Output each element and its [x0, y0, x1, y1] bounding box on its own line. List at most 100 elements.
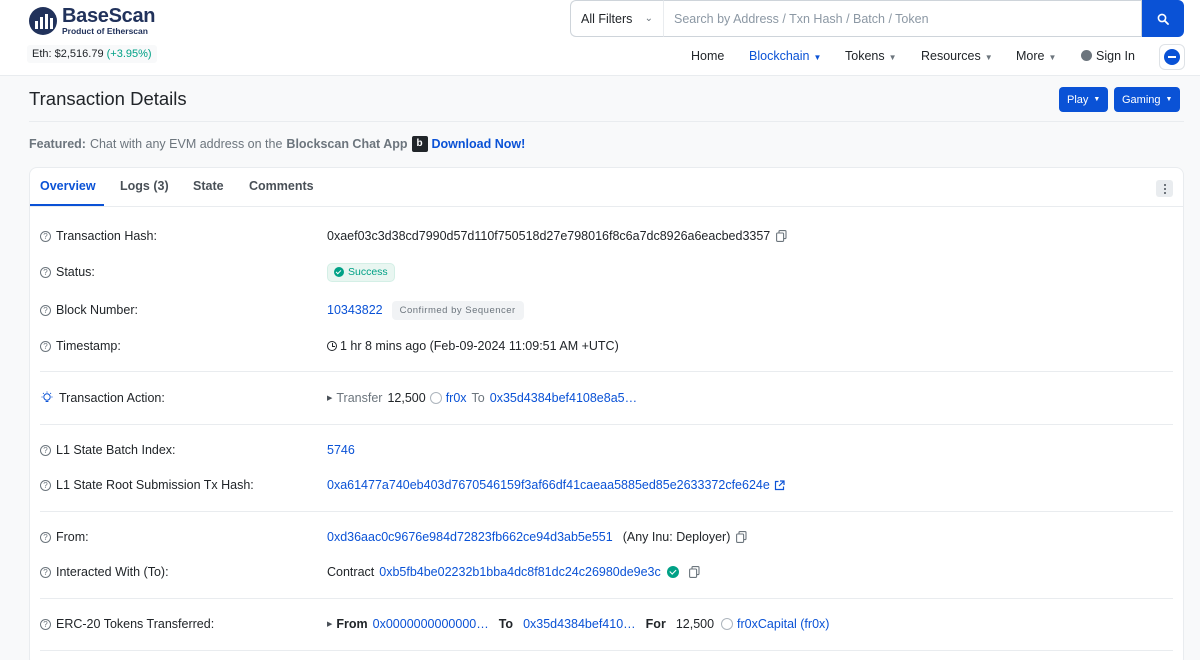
featured-banner: Featured: Chat with any EVM address on t… [29, 136, 525, 152]
chevron-down-icon: ▼ [1048, 53, 1057, 62]
divider [40, 424, 1173, 425]
block-number-link[interactable]: 10343822 [327, 303, 383, 317]
nav-resources-label: Resources [921, 49, 981, 63]
detail-row-erc20: ? ERC-20 Tokens Transferred: ▶ From 0x000… [30, 614, 1183, 634]
search-input[interactable]: Search by Address / Txn Hash / Batch / T… [663, 0, 1142, 37]
timestamp-value: 1 hr 8 mins ago (Feb-09-2024 11:09:51 AM… [340, 339, 619, 353]
clock-icon [327, 341, 337, 351]
question-icon[interactable]: ? [40, 566, 51, 578]
to-label: Interacted With (To): [56, 565, 169, 579]
divider [40, 371, 1173, 372]
nav-more-label: More [1016, 49, 1045, 63]
detail-row-from: ? From: 0xd36aac0c9676e984d72823fb662ce94… [30, 527, 1183, 547]
page-title: Transaction Details [29, 88, 187, 109]
detail-row-action: Transaction Action: ▶ Transfer 12,500 fr… [30, 388, 1183, 408]
search-button[interactable] [1142, 0, 1184, 37]
block-label: Block Number: [56, 303, 138, 317]
action-address-link[interactable]: 0x35d4384bef4108e8a5… [490, 391, 637, 405]
nav-home[interactable]: Home [691, 46, 724, 66]
download-now-link[interactable]: Download Now! [432, 137, 526, 151]
nav-resources[interactable]: Resources ▼ [921, 46, 993, 68]
active-tab-indicator [30, 204, 104, 206]
nav-more[interactable]: More ▼ [1016, 46, 1056, 68]
search-filter-select[interactable]: All Filters ⌄ [570, 0, 663, 37]
nav-sign-in[interactable]: Sign In [1081, 46, 1135, 66]
nav-blockchain[interactable]: Blockchain ▼ [749, 46, 821, 68]
status-value: Success [348, 266, 388, 278]
tab-state[interactable]: State [193, 179, 224, 193]
featured-label: Featured: [29, 137, 86, 151]
nav-tokens[interactable]: Tokens ▼ [845, 46, 897, 68]
more-options-icon[interactable] [1156, 180, 1173, 197]
brand-name: BaseScan [62, 5, 156, 27]
question-icon[interactable]: ? [40, 304, 51, 316]
status-badge: Success [327, 262, 395, 282]
token-icon [721, 618, 734, 630]
question-icon[interactable]: ? [40, 479, 51, 491]
copy-icon[interactable] [736, 531, 747, 543]
divider [40, 650, 1173, 651]
caret-right-icon: ▶ [327, 395, 333, 402]
search-placeholder: Search by Address / Txn Hash / Batch / T… [674, 11, 929, 26]
erc20-to-label: To [498, 617, 514, 631]
detail-row-block: ? Block Number: 10343822 Confirmed by Seq… [30, 300, 1183, 320]
to-address-link[interactable]: 0xb5fb4be02232b1bba4dc8f81dc24c26980de9e… [379, 565, 661, 579]
question-icon[interactable]: ? [40, 230, 51, 242]
eth-price-label: Eth: [32, 48, 52, 60]
verified-check-icon [666, 566, 679, 578]
search-bar: All Filters ⌄ Search by Address / Txn Ha… [570, 0, 1184, 37]
erc20-from-link[interactable]: 0x0000000000000… [373, 617, 489, 631]
search-filter-value: All Filters [581, 11, 633, 26]
tab-overview[interactable]: Overview [40, 179, 96, 193]
detail-row-batch: ? L1 State Batch Index: 5746 [30, 440, 1183, 460]
user-icon [1081, 50, 1092, 61]
external-link-icon[interactable] [774, 479, 785, 491]
logo-icon [29, 6, 57, 35]
token-icon [429, 392, 442, 404]
action-label: Transaction Action: [59, 391, 165, 405]
question-icon[interactable]: ? [40, 340, 51, 352]
nav-tokens-label: Tokens [845, 49, 885, 63]
batch-index-link[interactable]: 5746 [327, 443, 355, 457]
theme-toggle-button[interactable] [1159, 44, 1185, 70]
chevron-down-icon: ▼ [813, 53, 822, 62]
site-header: BaseScan Product of Etherscan Eth: $2,51… [0, 0, 1200, 76]
theme-icon [1164, 49, 1180, 65]
play-button[interactable]: Play ▼ [1059, 87, 1109, 112]
copy-icon[interactable] [776, 230, 787, 242]
transaction-card: Overview Logs (3) State Comments ? Transa… [29, 167, 1184, 660]
detail-row-tx-hash: ? Transaction Hash: 0xaef03c3d38cd7990d57… [30, 226, 1183, 246]
copy-icon[interactable] [688, 566, 700, 578]
featured-app-name: Blockscan Chat App [286, 137, 408, 151]
question-icon[interactable]: ? [40, 266, 51, 278]
detail-row-status: ? Status: Success [30, 262, 1183, 282]
search-icon [1157, 13, 1169, 25]
action-token-link[interactable]: fr0x [446, 391, 467, 405]
eth-price-change: (+3.95%) [106, 48, 152, 60]
sequencer-badge: Confirmed by Sequencer [391, 300, 524, 320]
tab-bar: Overview Logs (3) State Comments [30, 168, 1183, 207]
gaming-button[interactable]: Gaming ▼ [1114, 87, 1181, 112]
question-icon[interactable]: ? [40, 531, 51, 543]
erc20-token-link[interactable]: fr0xCapital (fr0x) [737, 617, 829, 631]
eth-price-ticker: Eth: $2,516.79 (+3.95%) [27, 45, 157, 63]
tx-hash-value: 0xaef03c3d38cd7990d57d110f750518d27e7980… [327, 229, 771, 243]
divider [29, 121, 1184, 122]
gaming-button-label: Gaming [1122, 93, 1161, 106]
basescan-logo[interactable]: BaseScan Product of Etherscan [29, 5, 156, 36]
erc20-from-label: From [336, 617, 368, 631]
tab-logs[interactable]: Logs (3) [120, 179, 169, 193]
root-hash-link[interactable]: 0xa61477a740eb403d7670546159f3af66df41ca… [327, 478, 770, 492]
timestamp-label: Timestamp: [56, 339, 121, 353]
featured-text: Chat with any EVM address on the [89, 137, 283, 151]
question-icon[interactable]: ? [40, 444, 51, 456]
chevron-down-icon: ▼ [888, 53, 897, 62]
question-icon[interactable]: ? [40, 618, 51, 630]
tab-comments[interactable]: Comments [249, 179, 314, 193]
from-label: From: [56, 530, 89, 544]
erc20-for-label: For [645, 617, 666, 631]
erc20-to-link[interactable]: 0x35d4384bef410… [523, 617, 636, 631]
from-address-link[interactable]: 0xd36aac0c9676e984d72823fb662ce94d3ab5e5… [327, 530, 613, 544]
check-circle-icon [334, 267, 344, 277]
nav-home-label: Home [691, 49, 725, 63]
